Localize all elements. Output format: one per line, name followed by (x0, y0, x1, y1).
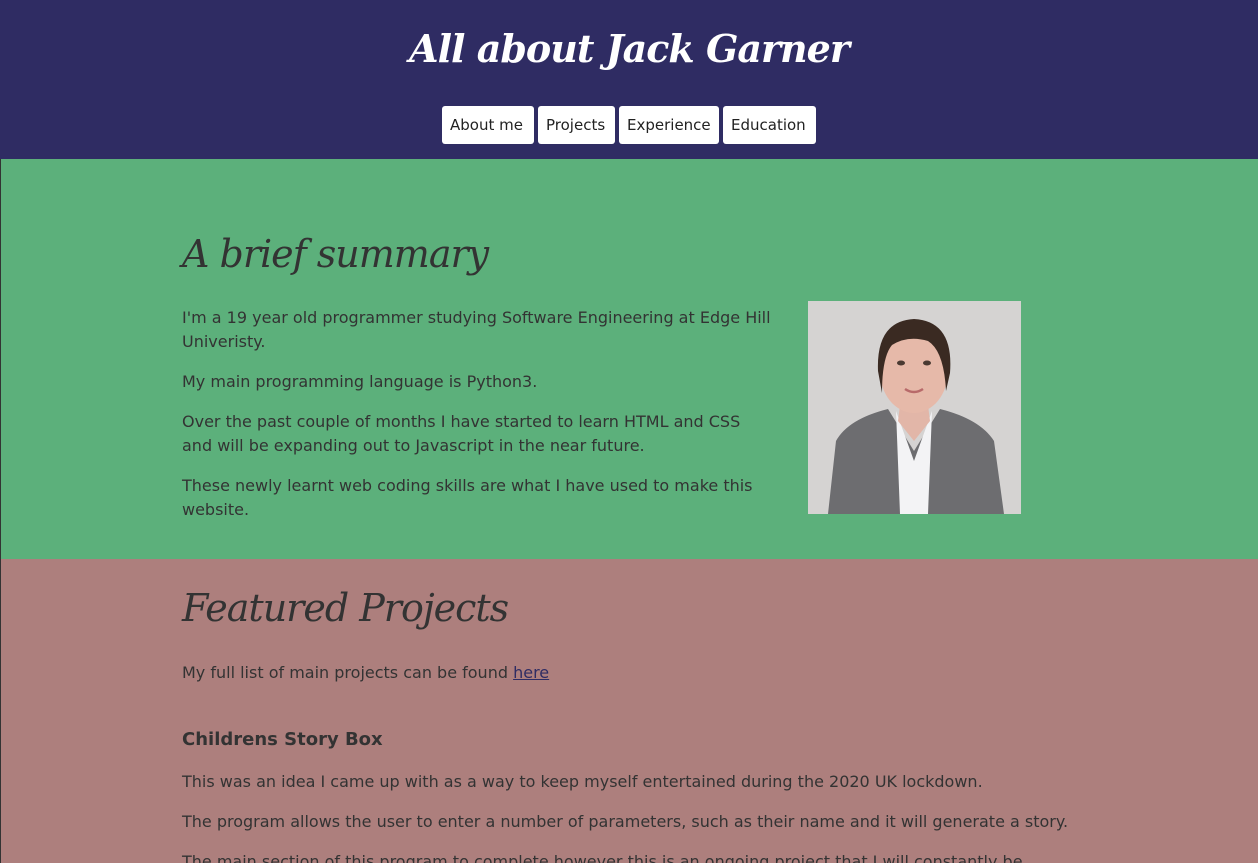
project-title: Childrens Story Box (182, 729, 383, 750)
project-paragraph-1: This was an idea I came up with as a way… (182, 772, 983, 791)
nav-experience-button[interactable]: Experience (619, 106, 719, 144)
projects-intro: My full list of main projects can be fou… (182, 661, 1102, 685)
project-paragraph-3: The main section of this program to comp… (182, 852, 1023, 863)
summary-paragraph-3: Over the past couple of months I have st… (182, 412, 741, 455)
projects-heading: Featured Projects (182, 586, 509, 630)
nav-projects-button[interactable]: Projects (538, 106, 615, 144)
summary-paragraph-4: These newly learnt web coding skills are… (182, 476, 753, 519)
site-title: All about Jack Garner (409, 26, 850, 71)
page-left-border (0, 159, 1, 863)
summary-heading: A brief summary (182, 232, 489, 276)
projects-here-link[interactable]: here (513, 663, 549, 682)
nav-education-button[interactable]: Education (723, 106, 816, 144)
summary-paragraph-1: I'm a 19 year old programmer studying So… (182, 308, 771, 351)
profile-photo (808, 301, 1021, 514)
nav-bar: About me Projects Experience Education (0, 106, 1258, 144)
site-header: All about Jack Garner About me Projects … (0, 0, 1258, 159)
nav-about-me-button[interactable]: About me (442, 106, 534, 144)
summary-paragraph-2: My main programming language is Python3. (182, 372, 538, 391)
project-paragraph-2: The program allows the user to enter a n… (182, 812, 1069, 831)
projects-intro-text: My full list of main projects can be fou… (182, 663, 514, 682)
